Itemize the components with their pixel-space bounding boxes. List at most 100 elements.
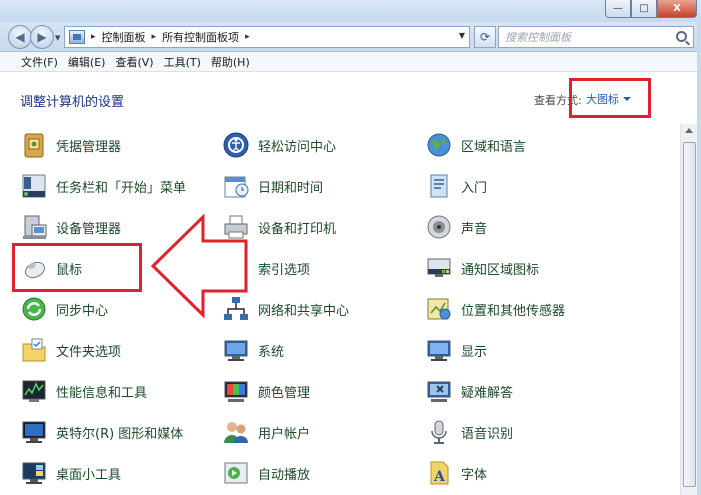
item-folder-options[interactable]: 文件夹选项 (20, 333, 121, 367)
item-sync-center[interactable]: 同步中心 (20, 292, 108, 326)
item-fonts[interactable]: A 字体 (425, 456, 487, 490)
arrow-left-icon: ◀ (15, 30, 25, 44)
item-desktop-gadgets[interactable]: 桌面小工具 (20, 456, 121, 490)
item-notification-icons[interactable]: 通知区域图标 (425, 251, 539, 285)
item-label[interactable]: 自动播放 (258, 464, 310, 483)
breadcrumb-separator[interactable]: ▸ (245, 32, 250, 42)
performance-icon (20, 377, 48, 405)
item-label[interactable]: 系统 (258, 341, 284, 360)
arrow-right-icon: ▶ (37, 30, 47, 44)
vertical-scrollbar[interactable] (680, 124, 697, 495)
menu-tools[interactable]: 工具(T) (159, 54, 206, 70)
user-accounts-icon (222, 418, 250, 446)
refresh-button[interactable]: ⟳ (474, 26, 496, 48)
item-sound[interactable]: 声音 (425, 210, 487, 244)
taskbar-icon (20, 172, 48, 200)
address-bar[interactable]: ▸ 控制面板 ▸ 所有控制面板项 ▸ ▼ (64, 26, 470, 48)
item-label[interactable]: 设备管理器 (56, 218, 121, 237)
search-box (498, 26, 694, 48)
breadcrumb-separator[interactable]: ▸ (91, 32, 96, 42)
item-label[interactable]: 位置和其他传感器 (461, 300, 565, 319)
menu-view[interactable]: 查看(V) (110, 54, 158, 70)
item-label[interactable]: 文件夹选项 (56, 341, 121, 360)
refresh-icon: ⟳ (479, 30, 491, 44)
item-autoplay[interactable]: 自动播放 (222, 456, 310, 490)
item-label[interactable]: 语音识别 (461, 423, 513, 442)
item-label[interactable]: 字体 (461, 464, 487, 483)
recent-pages-dropdown[interactable]: ▼ (55, 34, 60, 42)
item-speech-recognition[interactable]: 语音识别 (425, 415, 513, 449)
item-label[interactable]: 性能信息和工具 (56, 382, 147, 401)
annotation-arrow (150, 214, 248, 319)
title-bar: — □ X (0, 0, 701, 22)
minimize-button[interactable]: — (605, 0, 631, 18)
notification-area-icon (425, 254, 453, 282)
item-device-manager[interactable]: 设备管理器 (20, 210, 121, 244)
item-label[interactable]: 同步中心 (56, 300, 108, 319)
item-label[interactable]: 区域和语言 (461, 136, 526, 155)
folder-options-icon (20, 336, 48, 364)
desktop-gadgets-icon (20, 459, 48, 487)
item-label[interactable]: 颜色管理 (258, 382, 310, 401)
item-credential-manager[interactable]: 凭据管理器 (20, 128, 121, 162)
item-label[interactable]: 轻松访问中心 (258, 136, 336, 155)
scroll-thumb[interactable] (683, 142, 696, 487)
breadcrumb-control-panel[interactable]: 控制面板 (102, 29, 146, 45)
item-label[interactable]: 索引选项 (258, 259, 310, 278)
item-system[interactable]: 系统 (222, 333, 284, 367)
back-button[interactable]: ◀ (8, 25, 32, 49)
address-toolbar: ◀ ▶ ▼ ▸ 控制面板 ▸ 所有控制面板项 ▸ ▼ ⟳ (0, 22, 701, 52)
search-icon[interactable] (676, 31, 687, 42)
scroll-up-icon[interactable] (685, 128, 693, 133)
menu-help[interactable]: 帮助(H) (206, 54, 255, 70)
item-label[interactable]: 疑难解答 (461, 382, 513, 401)
item-label[interactable]: 用户帐户 (258, 423, 310, 442)
item-troubleshooting[interactable]: 疑难解答 (425, 374, 513, 408)
sync-center-icon (20, 295, 48, 323)
address-dropdown-icon[interactable]: ▼ (459, 31, 465, 40)
view-by-highlight-box (569, 78, 651, 118)
item-intel-graphics[interactable]: 英特尔(R) 图形和媒体 (20, 415, 183, 449)
item-label[interactable]: 桌面小工具 (56, 464, 121, 483)
control-panel-items: 凭据管理器 任务栏和「开始」菜单 设备管理器 鼠标 同步中心 文件夹选项 性能信… (0, 124, 680, 495)
item-label[interactable]: 日期和时间 (258, 177, 323, 196)
item-label[interactable]: 凭据管理器 (56, 136, 121, 155)
close-button[interactable]: X (657, 0, 697, 18)
autoplay-icon (222, 459, 250, 487)
item-label[interactable]: 设备和打印机 (258, 218, 336, 237)
item-label[interactable]: 声音 (461, 218, 487, 237)
item-label[interactable]: 通知区域图标 (461, 259, 539, 278)
menu-file[interactable]: 文件(F) (16, 54, 63, 70)
item-display[interactable]: 显示 (425, 333, 487, 367)
speaker-icon (425, 213, 453, 241)
item-region-language[interactable]: 区域和语言 (425, 128, 526, 162)
breadcrumb-all-items[interactable]: 所有控制面板项 (162, 29, 239, 45)
location-sensor-icon (425, 295, 453, 323)
item-user-accounts[interactable]: 用户帐户 (222, 415, 310, 449)
system-computer-icon (222, 336, 250, 364)
item-date-time[interactable]: 日期和时间 (222, 169, 323, 203)
breadcrumb-separator[interactable]: ▸ (152, 32, 157, 42)
item-color-management[interactable]: 颜色管理 (222, 374, 310, 408)
svg-text:A: A (433, 469, 446, 485)
window-controls: — □ X (605, 0, 697, 18)
item-location-sensors[interactable]: 位置和其他传感器 (425, 292, 565, 326)
item-label[interactable]: 显示 (461, 341, 487, 360)
maximize-button[interactable]: □ (631, 0, 657, 18)
item-ease-of-access[interactable]: 轻松访问中心 (222, 128, 336, 162)
item-label[interactable]: 入门 (461, 177, 487, 196)
intel-graphics-icon (20, 418, 48, 446)
item-label[interactable]: 英特尔(R) 图形和媒体 (56, 423, 183, 442)
window-border (697, 22, 701, 495)
item-performance-info[interactable]: 性能信息和工具 (20, 374, 147, 408)
menu-edit[interactable]: 编辑(E) (63, 54, 111, 70)
item-label[interactable]: 网络和共享中心 (258, 300, 349, 319)
item-getting-started[interactable]: 入门 (425, 169, 487, 203)
menu-bar: 文件(F) 编辑(E) 查看(V) 工具(T) 帮助(H) (0, 52, 701, 72)
color-management-icon (222, 377, 250, 405)
item-taskbar-start-menu[interactable]: 任务栏和「开始」菜单 (20, 169, 186, 203)
search-input[interactable] (505, 30, 665, 44)
forward-button[interactable]: ▶ (30, 25, 54, 49)
item-label[interactable]: 任务栏和「开始」菜单 (56, 177, 186, 196)
device-manager-icon (20, 213, 48, 241)
